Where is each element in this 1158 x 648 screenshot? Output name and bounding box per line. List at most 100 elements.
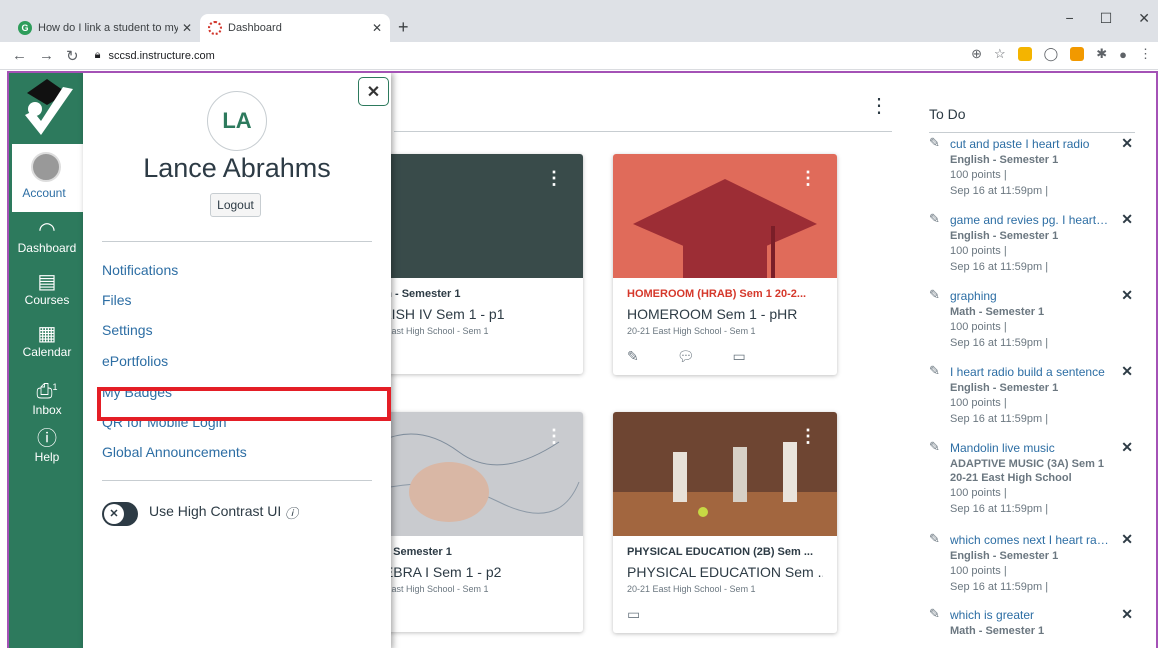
dismiss-icon[interactable]: ✕ [1121,439,1133,456]
card-options-icon[interactable]: ⋮ [799,168,817,189]
nav-item-dashboard[interactable]: ◠ Dashboard [9,219,85,255]
todo-date: Sep 16 at 11:59pm | [950,337,1049,349]
nav-item-courses[interactable]: ▤ Courses [9,271,85,307]
todo-date: Sep 16 at 11:59pm | [950,503,1049,515]
calendar-icon: ▦ [37,323,57,345]
tray-link-eportfolios[interactable]: ePortfolios [102,353,168,369]
card-options-icon[interactable]: ⋮ [545,426,563,447]
logout-button[interactable]: Logout [210,193,261,217]
course-card-title[interactable]: lish - Semester 1 [373,288,569,300]
dismiss-icon[interactable]: ✕ [1121,363,1133,380]
forward-icon[interactable]: → [39,47,54,64]
high-contrast-toggle[interactable]: ✕ [102,502,138,526]
tab-help-article[interactable]: G How do I link a student to my us ✕ [10,14,200,42]
todo-course: English - Semester 1 [950,550,1059,562]
info-icon[interactable]: ⓘ [285,503,298,522]
profile-icon[interactable]: ● [1119,47,1127,62]
tab-title: How do I link a student to my us [38,22,178,34]
dashboard-options-icon[interactable]: ⋮ [869,93,889,118]
dismiss-icon[interactable]: ✕ [1121,135,1133,152]
inbox-icon: ⎙1 [36,380,58,403]
course-card[interactable]: ⋮ PHYSICAL EDUCATION (2B) Sem ... PHYSIC… [613,412,837,633]
tab-close-icon[interactable]: ✕ [182,21,192,35]
tab-dashboard[interactable]: Dashboard ✕ [200,14,390,42]
divider [929,132,1135,133]
course-card-title[interactable]: PHYSICAL EDUCATION (2B) Sem ... [627,546,823,558]
todo-points: 100 points | [950,245,1007,257]
todo-course: English - Semester 1 [950,230,1059,242]
todo-title[interactable]: which comes next I heart radio [950,533,1110,547]
todo-heading: To Do [929,106,966,122]
account-tray: LA Lance Abrahms Logout Notifications Fi… [83,73,391,648]
nav-label: Inbox [32,402,62,417]
discussions-icon[interactable]: 💬︎ [677,348,695,365]
extension-icon[interactable] [1017,47,1032,61]
todo-title[interactable]: cut and paste I heart radio [950,137,1110,151]
todo-date: Sep 16 at 11:59pm | [950,261,1049,273]
todo-points: 100 points | [950,565,1007,577]
todo-title[interactable]: I heart radio build a sentence [950,365,1110,379]
tray-link-files[interactable]: Files [102,292,132,308]
todo-title[interactable]: Mandolin live music [950,441,1110,455]
nav-item-inbox[interactable]: ⎙1 Inbox [9,376,85,417]
todo-date: Sep 16 at 11:59pm | [950,413,1049,425]
school-logo [25,79,73,135]
dismiss-icon[interactable]: ✕ [1121,606,1133,623]
loading-icon [208,21,222,35]
course-card[interactable]: ⋮ HOMEROOM (HRAB) Sem 1 20-2... HOMEROOM… [613,154,837,375]
files-icon[interactable]: ▭ [627,606,640,623]
close-tray-button[interactable]: ✕ [358,77,389,106]
new-tab-icon[interactable]: + [398,17,409,38]
nav-label: Calendar [22,345,72,359]
tray-link-global-announcements[interactable]: Global Announcements [102,444,247,460]
todo-points: 100 points | [950,169,1007,181]
course-card-hero: ⋮ [359,154,583,278]
todo-points: 100 points | [950,487,1007,499]
todo-title[interactable]: which is greater [950,608,1110,622]
menu-icon[interactable]: ⋮ [1139,46,1152,62]
back-icon[interactable]: ← [12,47,27,64]
inbox-badge: 1 [52,382,58,392]
dismiss-icon[interactable]: ✕ [1121,211,1133,228]
assignments-icon[interactable]: ✎ [627,348,639,365]
url-text: sccsd.instructure.com [108,49,215,62]
nav-label: Dashboard [17,241,77,255]
course-card[interactable]: ⋮ th - Semester 1 GEBRA I Sem 1 - p2 21 … [359,412,583,632]
todo-course: English - Semester 1 [950,154,1059,166]
todo-course: Math - Semester 1 [950,306,1045,318]
tab-close-icon[interactable]: ✕ [372,21,382,35]
user-avatar: LA [207,91,267,151]
extension-icon[interactable] [1070,47,1085,61]
dismiss-icon[interactable]: ✕ [1121,287,1133,304]
close-window-icon[interactable]: ✕ [1138,10,1150,27]
maximize-icon[interactable]: ☐ [1100,10,1113,27]
tray-link-notifications[interactable]: Notifications [102,262,178,278]
zoom-icon[interactable]: ⊕ [971,46,982,62]
puzzle-icon[interactable]: ✱ [1096,46,1107,62]
nav-item-help[interactable]: ⓘ Help [9,428,85,464]
assignment-icon: ✎ [929,363,940,378]
minimize-icon[interactable]: − [1066,10,1074,27]
tab-strip: G How do I link a student to my us ✕ Das… [0,0,1158,42]
bookmark-star-icon[interactable]: ☆ [994,46,1006,62]
dismiss-icon[interactable]: ✕ [1121,531,1133,548]
assignment-icon: ✎ [929,606,940,621]
card-options-icon[interactable]: ⋮ [799,426,817,447]
account-button[interactable]: Account [12,144,84,212]
url-field[interactable]: 🔒︎ sccsd.instructure.com [95,49,215,62]
extension-circle-icon[interactable]: ◯ [1044,46,1059,62]
canvas-guide-icon: G [18,21,32,35]
todo-title[interactable]: graphing [950,289,1110,303]
course-card-title[interactable]: th - Semester 1 [373,546,569,558]
course-card[interactable]: ⋮ lish - Semester 1 GLISH IV Sem 1 - p1 … [359,154,583,374]
files-icon[interactable]: ▭ [733,348,746,365]
todo-date: Sep 16 at 11:59pm | [950,581,1049,593]
course-card-title[interactable]: HOMEROOM (HRAB) Sem 1 20-2... [627,288,823,300]
todo-title[interactable]: game and revies pg. I heart radio [950,213,1110,227]
assignment-icon: ✎ [929,439,940,454]
reload-icon[interactable]: ↻ [66,47,79,65]
nav-item-calendar[interactable]: ▦ Calendar [9,323,85,359]
course-card-term: 20-21 East High School - Sem 1 [627,326,756,336]
tray-link-settings[interactable]: Settings [102,322,153,338]
card-options-icon[interactable]: ⋮ [545,168,563,189]
